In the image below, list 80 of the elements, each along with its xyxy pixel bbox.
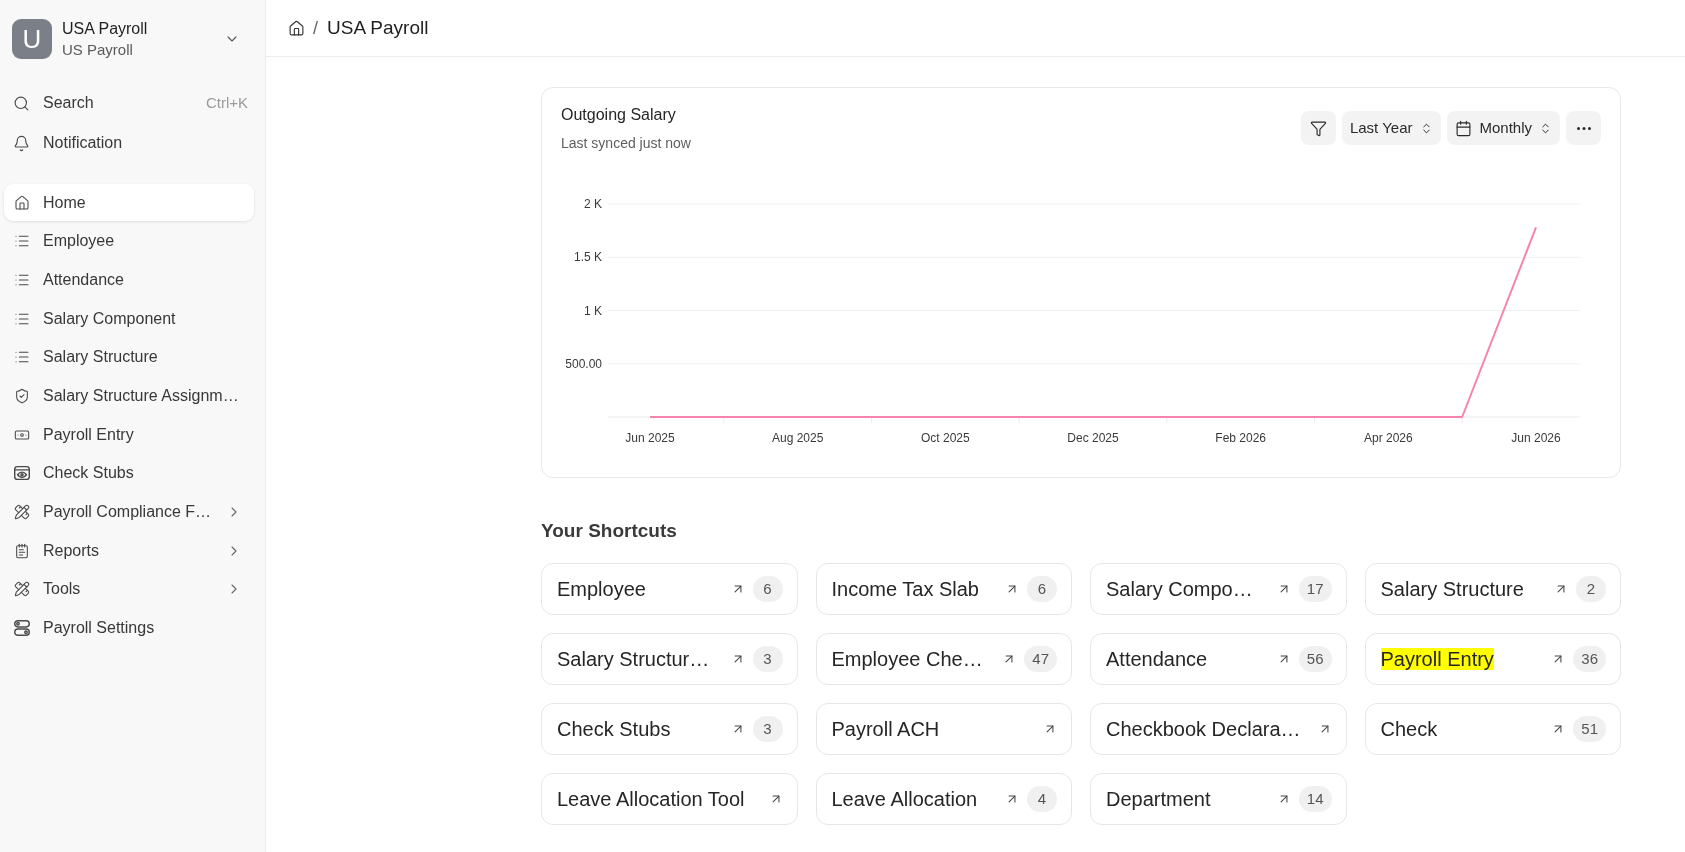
shortcut-card[interactable]: Salary Compo… 17 bbox=[1090, 563, 1347, 615]
shortcut-card[interactable]: Leave Allocation 4 bbox=[815, 773, 1072, 825]
count-badge: 3 bbox=[752, 716, 783, 742]
x-axis-label: Aug 2025 bbox=[771, 431, 824, 445]
count-badge: 51 bbox=[1573, 716, 1606, 742]
shortcut-card[interactable]: Check 51 bbox=[1364, 703, 1621, 755]
count-badge: 56 bbox=[1298, 646, 1332, 672]
section-heading: Your Shortcuts bbox=[541, 519, 678, 542]
sidebar-item[interactable]: Payroll Entry bbox=[4, 416, 254, 454]
count-badge: 17 bbox=[1298, 576, 1332, 602]
sidebar-item[interactable]: Salary Structure Assignm… bbox=[4, 377, 254, 415]
shortcut-card[interactable]: Salary Structur… 3 bbox=[541, 633, 798, 685]
notepad-icon bbox=[14, 542, 30, 559]
shortcut-card[interactable]: Employee 6 bbox=[541, 563, 798, 615]
period-select[interactable]: Last Year bbox=[1341, 111, 1442, 145]
y-axis-label: 1 K bbox=[584, 303, 602, 318]
shortcut-card[interactable]: Checkbook Declara… bbox=[1090, 703, 1347, 755]
shortcut-card[interactable]: Income Tax Slab 6 bbox=[815, 563, 1072, 615]
shortcut-card[interactable]: Employee Che… 47 bbox=[815, 633, 1072, 685]
more-button[interactable] bbox=[1566, 111, 1601, 145]
shortcut-card[interactable]: Payroll ACH bbox=[815, 703, 1072, 755]
shield-icon bbox=[14, 387, 30, 404]
shortcut-card[interactable]: Leave Allocation Tool bbox=[541, 773, 798, 825]
filter-button[interactable] bbox=[1300, 111, 1336, 145]
keyboard-shortcut: Ctrl+K bbox=[205, 92, 248, 113]
x-axis-label: Dec 2025 bbox=[1067, 431, 1119, 445]
sidebar-item[interactable]: Home bbox=[4, 184, 254, 221]
ellipsis-icon bbox=[1576, 126, 1591, 130]
bell-icon bbox=[13, 134, 30, 152]
count-badge: 6 bbox=[752, 576, 783, 602]
pencil-ruler-icon bbox=[14, 581, 30, 598]
count-badge: 4 bbox=[1027, 786, 1057, 812]
sync-status: Last synced just now bbox=[561, 134, 691, 152]
count-badge: 14 bbox=[1298, 786, 1332, 812]
sidebar-item[interactable]: Salary Structure bbox=[4, 338, 254, 376]
sidebar-item[interactable]: Reports bbox=[4, 532, 254, 570]
x-axis-label: Jun 2026 bbox=[1511, 431, 1561, 445]
eye-box-icon bbox=[14, 465, 30, 482]
chart-title: Outgoing Salary bbox=[561, 105, 677, 125]
count-badge: 2 bbox=[1576, 576, 1606, 602]
x-axis-label: Jun 2025 bbox=[625, 431, 675, 445]
shortcut-card[interactable]: Payroll Entry 36 bbox=[1364, 633, 1621, 685]
sidebar-item[interactable]: Employee bbox=[4, 222, 254, 260]
shortcut-card[interactable]: Check Stubs 3 bbox=[541, 703, 798, 755]
sidebar-item[interactable]: Check Stubs bbox=[4, 454, 254, 492]
filter-icon bbox=[1309, 119, 1327, 137]
workspace-name: USA Payroll bbox=[62, 18, 149, 39]
workspace-avatar: U bbox=[12, 19, 52, 59]
notification-button[interactable]: Notification bbox=[4, 125, 254, 161]
sidebar-item[interactable]: Payroll Compliance F… bbox=[4, 493, 254, 531]
search-icon bbox=[13, 94, 30, 112]
count-badge: 47 bbox=[1024, 646, 1057, 672]
shortcut-card[interactable]: Department 14 bbox=[1090, 773, 1347, 825]
toggles-icon bbox=[14, 620, 30, 637]
count-badge: 3 bbox=[752, 646, 783, 672]
sidebar-item[interactable]: Payroll Settings bbox=[4, 609, 254, 647]
pencil-ruler-icon bbox=[14, 504, 30, 520]
shortcut-card[interactable]: Salary Structure 2 bbox=[1364, 563, 1621, 615]
y-axis-label: 1.5 K bbox=[573, 250, 602, 265]
workspace-subtitle: US Payroll bbox=[62, 40, 134, 60]
calendar-icon bbox=[1455, 119, 1473, 137]
count-badge: 6 bbox=[1027, 576, 1057, 602]
y-axis-label: 500.00 bbox=[565, 356, 602, 371]
count-badge: 36 bbox=[1573, 646, 1606, 672]
y-axis-label: 2 K bbox=[584, 197, 602, 211]
x-axis-label: Feb 2026 bbox=[1215, 431, 1267, 445]
breadcrumb-separator: / bbox=[313, 16, 318, 40]
page-title: USA Payroll bbox=[327, 15, 429, 40]
workspace-switcher[interactable]: U USA Payroll US Payroll bbox=[4, 18, 254, 60]
x-axis-label: Apr 2026 bbox=[1364, 431, 1413, 445]
sidebar-item[interactable]: Tools bbox=[4, 570, 254, 608]
x-axis-label: Oct 2025 bbox=[921, 431, 970, 445]
home-icon bbox=[14, 194, 30, 211]
home-icon[interactable] bbox=[288, 19, 305, 37]
sidebar-item[interactable]: Attendance bbox=[4, 261, 254, 299]
chevrons-up-down-icon bbox=[1539, 121, 1552, 135]
sidebar-item[interactable]: Salary Component bbox=[4, 300, 254, 338]
shortcut-card[interactable]: Attendance 56 bbox=[1090, 633, 1347, 685]
search-button[interactable]: Search Ctrl+K bbox=[4, 85, 254, 121]
interval-select[interactable]: Monthly bbox=[1447, 111, 1560, 145]
